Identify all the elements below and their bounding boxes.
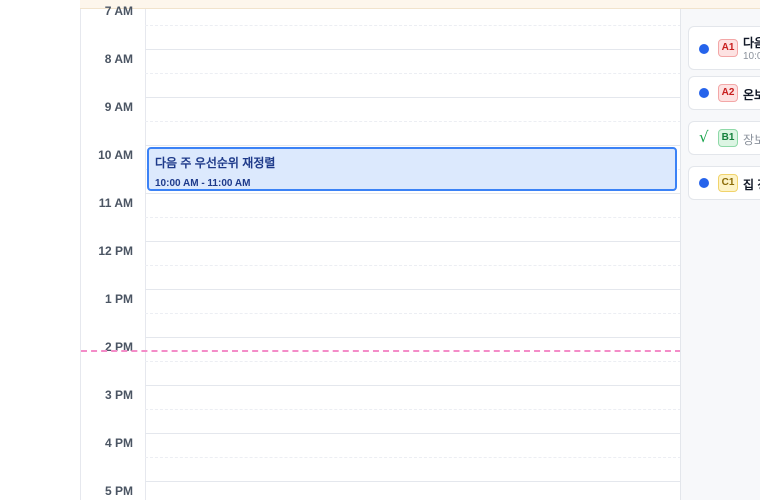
hour-line bbox=[145, 337, 681, 338]
status-dot-icon bbox=[699, 178, 709, 188]
hour-line bbox=[145, 481, 681, 482]
time-label-10am: 10 AM bbox=[98, 148, 133, 162]
half-hour-line bbox=[145, 121, 681, 122]
task-side-panel: A1 다음 10:0 A2 온보 √ B1 장보 C1 집 정 bbox=[680, 9, 760, 500]
hour-line bbox=[145, 97, 681, 98]
event-time: 10:00 AM - 11:00 AM bbox=[155, 178, 251, 189]
half-hour-line bbox=[145, 25, 681, 26]
hour-line bbox=[145, 385, 681, 386]
hour-line bbox=[145, 241, 681, 242]
priority-badge-c1: C1 bbox=[718, 174, 738, 192]
current-time-indicator bbox=[81, 350, 681, 352]
time-label-7am: 7 AM bbox=[104, 4, 133, 18]
half-hour-line bbox=[145, 217, 681, 218]
time-label-1pm: 1 PM bbox=[104, 292, 133, 306]
half-hour-line bbox=[145, 73, 681, 74]
time-gutter: 7 AM 8 AM 9 AM 10 AM 11 AM 12 PM 1 PM 2 … bbox=[81, 4, 146, 500]
time-label-3pm: 3 PM bbox=[104, 388, 133, 402]
hour-line bbox=[145, 433, 681, 434]
time-label-8am: 8 AM bbox=[104, 52, 133, 66]
task-item-a1[interactable]: A1 다음 10:0 bbox=[688, 26, 760, 70]
task-item-a2[interactable]: A2 온보 bbox=[688, 76, 760, 110]
half-hour-line bbox=[145, 265, 681, 266]
task-title: 다음 bbox=[743, 36, 760, 50]
time-label-12pm: 12 PM bbox=[98, 244, 133, 258]
app-viewport: 7 AM 8 AM 9 AM 10 AM 11 AM 12 PM 1 PM 2 … bbox=[0, 0, 760, 500]
hour-line bbox=[145, 145, 681, 146]
time-label-9am: 9 AM bbox=[104, 100, 133, 114]
hour-line bbox=[145, 193, 681, 194]
half-hour-line bbox=[145, 313, 681, 314]
time-label-5pm: 5 PM bbox=[104, 484, 133, 498]
time-label-11am: 11 AM bbox=[98, 196, 133, 210]
half-hour-line bbox=[145, 457, 681, 458]
task-title: 집 정 bbox=[743, 178, 760, 192]
task-item-c1[interactable]: C1 집 정 bbox=[688, 166, 760, 200]
priority-badge-a2: A2 bbox=[718, 84, 738, 102]
half-hour-line bbox=[145, 361, 681, 362]
top-banner-strip bbox=[80, 0, 760, 9]
check-icon[interactable]: √ bbox=[699, 130, 709, 145]
half-hour-line bbox=[145, 409, 681, 410]
task-title: 장보 bbox=[743, 133, 760, 147]
task-title: 온보 bbox=[743, 88, 760, 102]
task-item-b1[interactable]: √ B1 장보 bbox=[688, 121, 760, 155]
priority-badge-a1: A1 bbox=[718, 39, 738, 57]
time-label-4pm: 4 PM bbox=[104, 436, 133, 450]
status-dot-icon bbox=[699, 88, 709, 98]
hour-line bbox=[145, 49, 681, 50]
calendar-event[interactable]: 다음 주 우선순위 재정렬 10:00 AM - 11:00 AM bbox=[147, 147, 677, 191]
priority-badge-b1: B1 bbox=[718, 129, 738, 147]
hour-line bbox=[145, 289, 681, 290]
task-time: 10:0 bbox=[743, 51, 760, 62]
status-dot-icon bbox=[699, 44, 709, 54]
event-title: 다음 주 우선순위 재정렬 bbox=[155, 156, 276, 170]
day-calendar-view: 7 AM 8 AM 9 AM 10 AM 11 AM 12 PM 1 PM 2 … bbox=[80, 4, 681, 500]
time-grid[interactable] bbox=[145, 9, 681, 500]
